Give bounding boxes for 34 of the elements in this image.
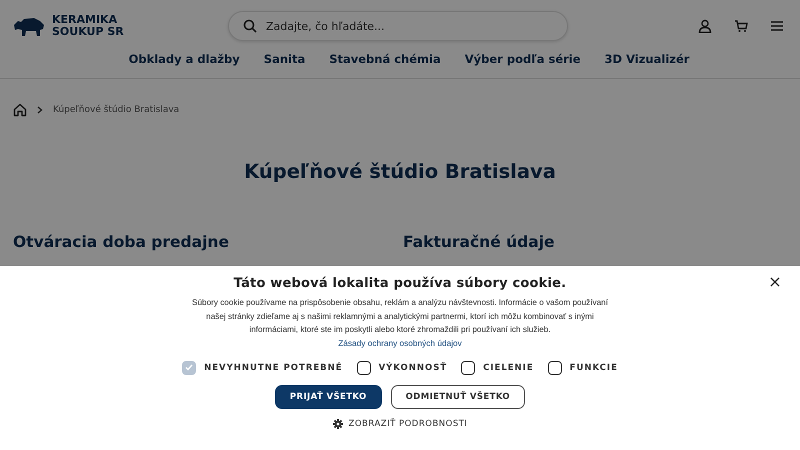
nav-link[interactable]: Sanita <box>264 52 306 66</box>
nav-link[interactable]: Výber podľa série <box>464 52 581 66</box>
close-button[interactable]: × <box>768 272 782 291</box>
breadcrumb-link[interactable]: Kúpeľňové štúdio Bratislava <box>53 105 180 115</box>
home-icon[interactable] <box>13 103 27 117</box>
check-icon <box>185 364 194 371</box>
chevron-icon <box>37 106 43 114</box>
page-title: Kúpeľňové štúdio Bratislava <box>243 160 557 183</box>
menu-icon[interactable] <box>770 19 784 33</box>
checkbox[interactable] <box>461 360 476 374</box>
checkbox-label: VÝKONNOSŤ <box>378 362 448 372</box>
nav-link[interactable]: Stavebná chémia <box>329 52 441 66</box>
cookie-title: Táto webová lokalita používa súbory cookie. <box>234 276 566 291</box>
user-icon[interactable] <box>698 19 712 33</box>
checkbox[interactable] <box>548 360 562 374</box>
nav-link[interactable]: 3D Vizualizér <box>604 52 690 66</box>
search-icon <box>243 19 257 33</box>
show-details-link[interactable]: ZOBRAZIŤ PODROBNOSTI <box>348 418 468 428</box>
accept-all-button[interactable]: PRIJAŤ VŠETKO <box>274 384 382 408</box>
section-heading: Fakturačné údaje <box>403 233 556 251</box>
cookie-text: Súbory cookie používame na prispôsobenie obsahu, reklám a analýzu návštevnosti. Informácie o vašom používaní našej stránky zdieľame aj s našimi reklamnými a analytickými partnermi, ktorí ich môžu kombinovať s inými informáciami, ktoré ste im poskytli alebo ktoré zhromaždili pri používaní ich služieb. <box>191 297 609 336</box>
cart-icon[interactable] <box>734 19 748 33</box>
section-heading: Otváracia doba predajne <box>13 233 230 251</box>
privacy-link[interactable]: Zásady ochrany osobných údajov <box>338 338 462 348</box>
reject-all-button[interactable]: ODMIETNUŤ VŠETKO <box>390 384 526 408</box>
checkbox[interactable] <box>356 360 371 374</box>
nav-link[interactable]: Obklady a dlažby <box>128 52 240 66</box>
checkbox-label: CIELENIE <box>483 362 534 372</box>
rhino-logo-icon <box>12 15 46 37</box>
checkbox-label: NEVYHNUTNE POTREBNÉ <box>204 362 343 372</box>
gear-icon <box>332 418 343 428</box>
checkbox-label: FUNKCIE <box>570 362 618 372</box>
search-field[interactable]: Zadajte, čo hľadáte... <box>228 11 568 41</box>
logo-text[interactable]: KERAMIKA SOUKUP SR <box>52 14 124 38</box>
